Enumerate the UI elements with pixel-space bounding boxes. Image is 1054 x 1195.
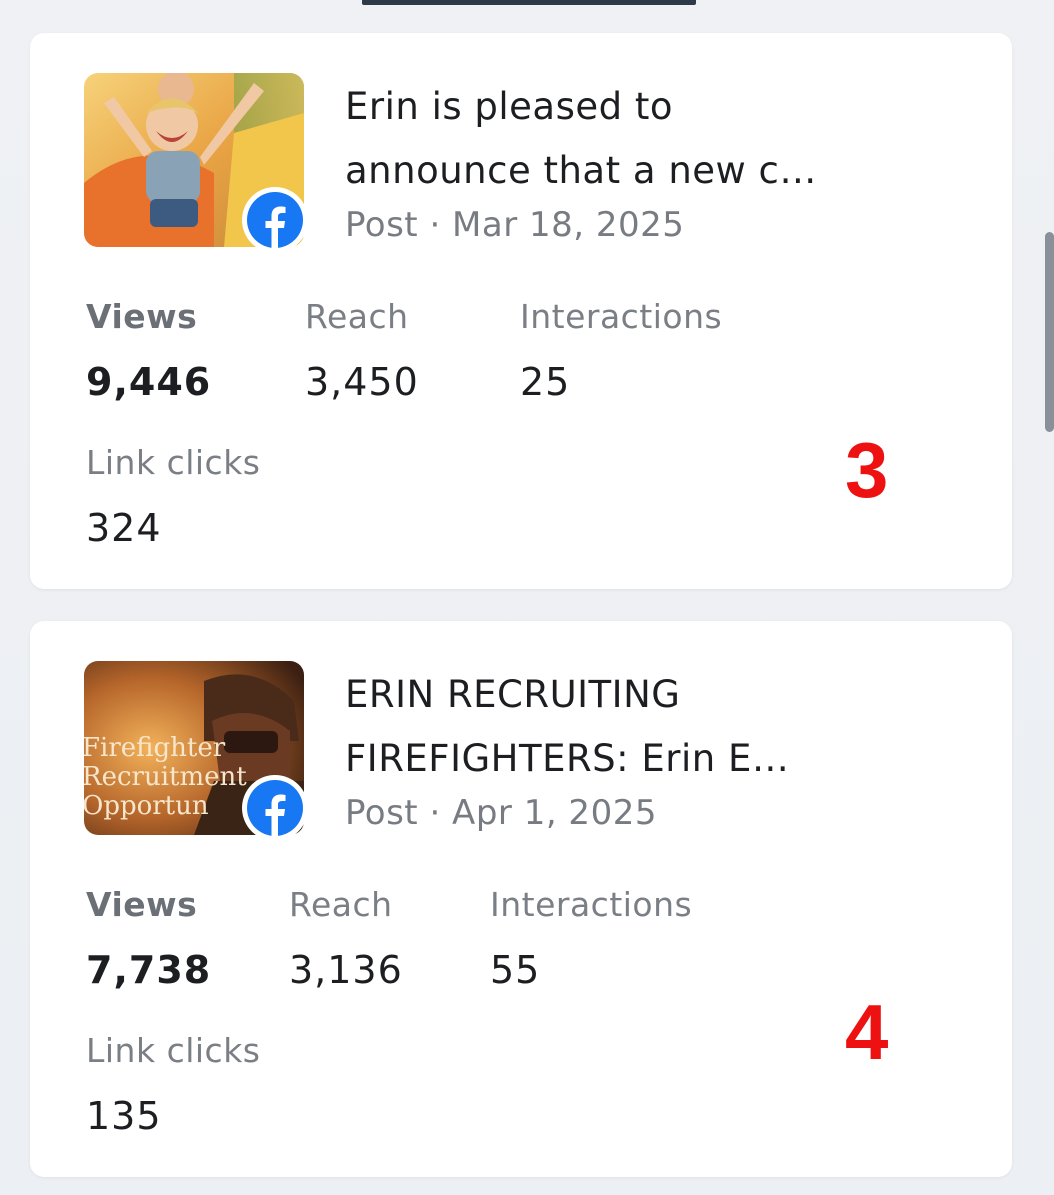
interactions-value: 55 <box>490 948 541 992</box>
scrollbar-thumb[interactable] <box>1045 232 1054 432</box>
post-thumbnail[interactable] <box>84 73 308 253</box>
link-clicks-metric: Link clicks 324 <box>86 443 261 550</box>
views-label: Views <box>86 885 198 924</box>
views-metric: Views 9,446 <box>86 297 211 404</box>
interactions-metric: Interactions 25 <box>520 297 722 404</box>
facebook-icon-badge <box>242 187 308 253</box>
views-value: 9,446 <box>86 360 212 404</box>
post-meta: Post · Apr 1, 2025 <box>345 793 657 833</box>
reach-value: 3,136 <box>289 948 403 992</box>
rank-annotation: 3 <box>845 426 889 514</box>
post-thumbnail[interactable]: Firefighter Recruitment Opportun <box>84 661 308 841</box>
thumbnail-text-line1: Firefighter <box>84 733 226 763</box>
link-clicks-metric: Link clicks 135 <box>86 1031 261 1138</box>
post-title[interactable]: ERIN RECRUITING FIREFIGHTERS: Erin E… <box>345 663 965 791</box>
reach-label: Reach <box>305 297 409 336</box>
facebook-icon <box>247 192 303 248</box>
interactions-label: Interactions <box>490 885 693 924</box>
thumbnail-text-line3: Opportun <box>84 791 209 821</box>
rank-annotation: 4 <box>845 988 889 1076</box>
post-title-line: announce that a new c… <box>345 149 817 192</box>
post-meta: Post · Mar 18, 2025 <box>345 205 685 245</box>
views-metric: Views 7,738 <box>86 885 211 992</box>
facebook-icon <box>247 780 303 836</box>
thumbnail-text-line2: Recruitment <box>84 762 247 792</box>
link-clicks-label: Link clicks <box>86 1031 261 1070</box>
post-title-line: ERIN RECRUITING <box>345 673 681 716</box>
link-clicks-value: 324 <box>86 506 162 550</box>
reach-label: Reach <box>289 885 393 924</box>
post-card[interactable]: Firefighter Recruitment Opportun ERIN RE… <box>30 621 1012 1177</box>
tab-indicator <box>362 0 696 5</box>
interactions-metric: Interactions 55 <box>490 885 692 992</box>
facebook-icon-badge <box>242 775 308 841</box>
views-label: Views <box>86 297 198 336</box>
views-value: 7,738 <box>86 948 212 992</box>
post-title-line: Erin is pleased to <box>345 85 674 128</box>
link-clicks-label: Link clicks <box>86 443 261 482</box>
reach-value: 3,450 <box>305 360 419 404</box>
reach-metric: Reach 3,136 <box>289 885 403 992</box>
post-title[interactable]: Erin is pleased to announce that a new c… <box>345 75 965 203</box>
post-title-line: FIREFIGHTERS: Erin E… <box>345 737 790 780</box>
reach-metric: Reach 3,450 <box>305 297 419 404</box>
post-card[interactable]: Erin is pleased to announce that a new c… <box>30 33 1012 589</box>
post-insights-list: Erin is pleased to announce that a new c… <box>0 0 1054 1195</box>
interactions-value: 25 <box>520 360 571 404</box>
link-clicks-value: 135 <box>86 1094 162 1138</box>
interactions-label: Interactions <box>520 297 723 336</box>
